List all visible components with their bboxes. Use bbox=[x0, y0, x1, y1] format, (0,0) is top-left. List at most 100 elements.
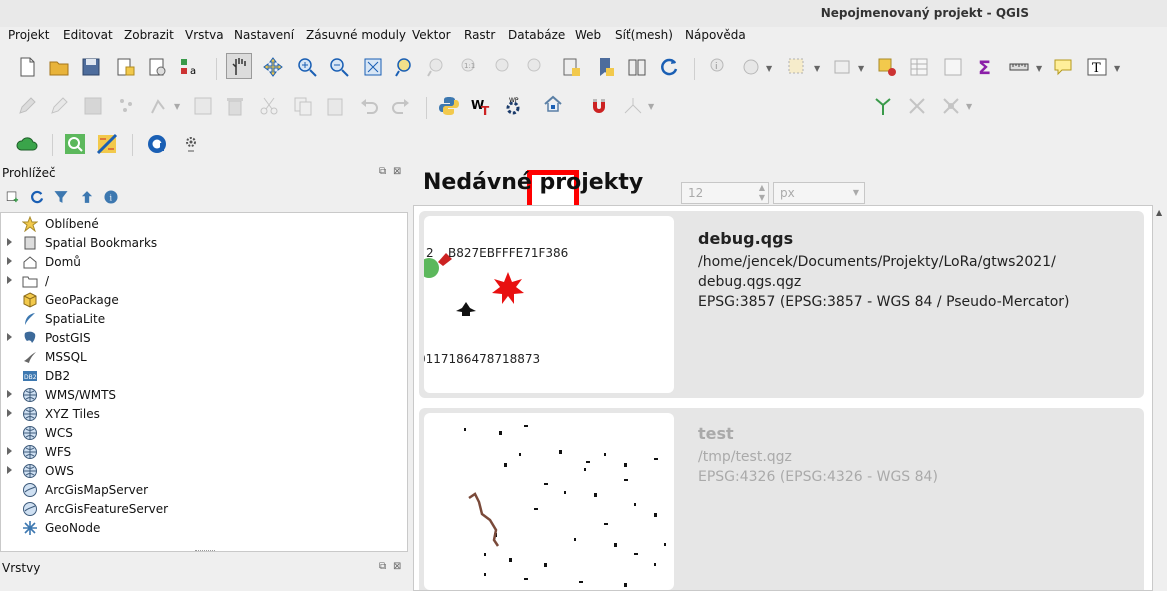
scroll-up-icon[interactable]: ▲ bbox=[1156, 208, 1162, 217]
add-point-icon[interactable] bbox=[114, 93, 140, 119]
settings-gear-icon[interactable] bbox=[178, 131, 204, 157]
browser-item-arcgisfeatureserver[interactable]: ArcGisFeatureServer bbox=[1, 500, 405, 519]
pan-to-selection-icon[interactable] bbox=[260, 54, 286, 80]
zoom-full-icon[interactable] bbox=[360, 54, 386, 80]
paste-features-icon[interactable] bbox=[322, 93, 348, 119]
toggle-editing-icon[interactable] bbox=[46, 93, 72, 119]
browser-item-geonode[interactable]: GeoNode bbox=[1, 519, 405, 538]
browser-item-arcgismapserver[interactable]: ArcGisMapServer bbox=[1, 481, 405, 500]
chevron-down-icon[interactable]: ▼ bbox=[648, 102, 656, 111]
browser-item-spatialite[interactable]: SpatiaLite bbox=[1, 310, 405, 329]
cut-features-icon[interactable] bbox=[256, 93, 282, 119]
new-print-layout-icon[interactable] bbox=[112, 54, 138, 80]
layout-manager-icon[interactable] bbox=[144, 54, 170, 80]
text-annotation-icon[interactable]: T bbox=[1084, 54, 1110, 80]
map-tips-icon[interactable] bbox=[1050, 54, 1076, 80]
copy-features-icon[interactable] bbox=[290, 93, 316, 119]
expand-arrow-icon[interactable] bbox=[7, 257, 12, 265]
open-project-icon[interactable] bbox=[46, 54, 72, 80]
expand-arrow-icon[interactable] bbox=[7, 409, 12, 417]
collapse-all-icon[interactable] bbox=[76, 186, 98, 208]
panel-close-icon[interactable]: ⊠ bbox=[393, 166, 401, 177]
browser-item-mssql[interactable]: MSSQL bbox=[1, 348, 405, 367]
refresh-icon[interactable] bbox=[26, 186, 48, 208]
browser-item-spatial-bookmarks[interactable]: Spatial Bookmarks bbox=[1, 234, 405, 253]
python-console-icon[interactable] bbox=[436, 93, 462, 119]
vertex-tool-icon[interactable] bbox=[146, 93, 172, 119]
measure-line-icon[interactable] bbox=[1006, 54, 1032, 80]
modify-attributes-icon[interactable] bbox=[190, 93, 216, 119]
zoom-native-icon[interactable]: 1:1 bbox=[456, 54, 482, 80]
show-bookmarks-icon[interactable] bbox=[624, 54, 650, 80]
zoom-last-icon[interactable] bbox=[490, 54, 516, 80]
panel-float-icon[interactable]: ⧉ bbox=[379, 561, 386, 572]
refresh-icon[interactable] bbox=[656, 54, 682, 80]
menu-vektor[interactable]: Vektor bbox=[412, 28, 451, 42]
browser-item-postgis[interactable]: PostGIS bbox=[1, 329, 405, 348]
chevron-down-icon[interactable]: ▼ bbox=[853, 188, 859, 197]
browser-item-ows[interactable]: OWS bbox=[1, 462, 405, 481]
select-features-icon[interactable] bbox=[784, 54, 810, 80]
expand-arrow-icon[interactable] bbox=[7, 466, 12, 474]
browser-item-obl-ben[interactable]: Oblíbené bbox=[1, 215, 405, 234]
zoom-in-icon[interactable] bbox=[294, 54, 320, 80]
info-icon[interactable]: i bbox=[100, 186, 122, 208]
wps-plugin-icon[interactable]: WP bbox=[500, 93, 526, 119]
splitter-handle[interactable] bbox=[195, 550, 215, 555]
map-swipe-icon[interactable] bbox=[94, 131, 120, 157]
run-action-icon[interactable] bbox=[738, 54, 764, 80]
zoom-out-icon[interactable] bbox=[326, 54, 352, 80]
select-by-value-icon[interactable] bbox=[830, 54, 856, 80]
menu-napoveda[interactable]: Nápověda bbox=[685, 28, 746, 42]
new-bookmark-icon[interactable] bbox=[592, 54, 618, 80]
delete-part-icon[interactable] bbox=[904, 93, 930, 119]
browser-item-xyz-tiles[interactable]: XYZ Tiles bbox=[1, 405, 405, 424]
expand-arrow-icon[interactable] bbox=[7, 276, 12, 284]
locator-search-icon[interactable] bbox=[62, 131, 88, 157]
chevron-down-icon[interactable]: ▼ bbox=[1114, 64, 1122, 73]
expand-arrow-icon[interactable] bbox=[7, 238, 12, 246]
chevron-down-icon[interactable]: ▼ bbox=[1036, 64, 1044, 73]
menu-vrstva[interactable]: Vrstva bbox=[185, 28, 224, 42]
expand-arrow-icon[interactable] bbox=[7, 333, 12, 341]
browser-item-wms-wmts[interactable]: WMS/WMTS bbox=[1, 386, 405, 405]
chevron-down-icon[interactable]: ▼ bbox=[814, 64, 822, 73]
add-line-icon[interactable] bbox=[870, 93, 896, 119]
panel-close-icon[interactable]: ⊠ bbox=[393, 561, 401, 572]
menu-projekt[interactable]: Projekt bbox=[8, 28, 49, 42]
topology-editing-icon[interactable] bbox=[620, 93, 646, 119]
pan-map-icon[interactable] bbox=[226, 53, 252, 79]
wkt-plugin-icon[interactable]: WT bbox=[468, 93, 494, 119]
new-project-icon[interactable] bbox=[14, 54, 40, 80]
chevron-down-icon[interactable]: ▼ bbox=[966, 102, 974, 111]
font-unit-select[interactable]: px ▼ bbox=[773, 182, 865, 204]
chevron-down-icon[interactable]: ▼ bbox=[174, 102, 182, 111]
recent-project-card[interactable]: 2 B827EBFFFE71F386 0117186478718873 debu… bbox=[419, 211, 1144, 398]
menu-zasuvne-moduly[interactable]: Zásuvné moduly bbox=[306, 28, 406, 42]
browser-item-wfs[interactable]: WFS bbox=[1, 443, 405, 462]
menu-zobrazit[interactable]: Zobrazit bbox=[124, 28, 174, 42]
menu-databaze[interactable]: Databáze bbox=[508, 28, 565, 42]
menu-web[interactable]: Web bbox=[575, 28, 601, 42]
panel-float-icon[interactable]: ⧉ bbox=[379, 166, 386, 177]
delete-selected-icon[interactable] bbox=[222, 93, 248, 119]
menu-editovat[interactable]: Editovat bbox=[63, 28, 113, 42]
chevron-down-icon[interactable]: ▼ bbox=[766, 64, 774, 73]
recent-project-card[interactable]: test /tmp/test.qgz EPSG:4326 (EPSG:4326 … bbox=[419, 408, 1144, 590]
expand-arrow-icon[interactable] bbox=[7, 447, 12, 455]
filter-icon[interactable] bbox=[50, 186, 72, 208]
split-features-icon[interactable] bbox=[938, 93, 964, 119]
recent-projects-scrollbar[interactable]: ▲ bbox=[1153, 205, 1167, 591]
browser-item-root[interactable]: / bbox=[1, 272, 405, 291]
zoom-to-layer-icon[interactable] bbox=[424, 54, 450, 80]
zoom-to-selection-icon[interactable] bbox=[392, 54, 418, 80]
menu-nastaveni[interactable]: Nastavení bbox=[234, 28, 294, 42]
statistical-summary-icon[interactable]: Σ bbox=[972, 54, 998, 80]
chevron-down-icon[interactable]: ▼ bbox=[858, 64, 866, 73]
browser-item-geopackage[interactable]: GeoPackage bbox=[1, 291, 405, 310]
undo-icon[interactable] bbox=[356, 93, 382, 119]
save-edits-icon[interactable] bbox=[80, 93, 106, 119]
attribute-table-icon[interactable] bbox=[906, 54, 932, 80]
browser-item-db2[interactable]: DB2 DB2 bbox=[1, 367, 405, 386]
save-project-icon[interactable] bbox=[78, 54, 104, 80]
